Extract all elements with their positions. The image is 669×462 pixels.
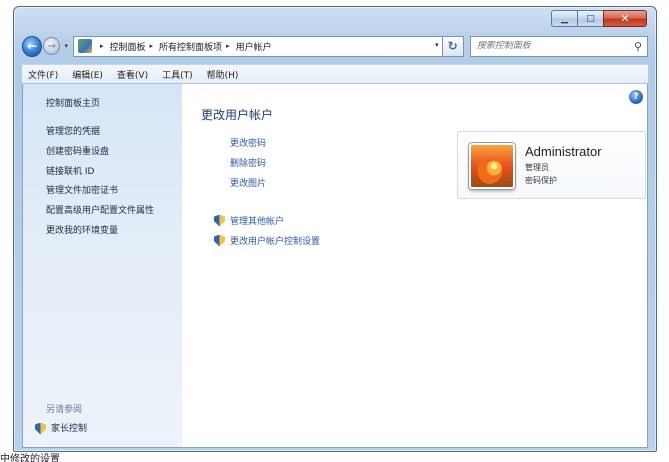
- breadcrumb-control-panel[interactable]: 控制面板: [110, 40, 146, 53]
- help-icon[interactable]: ?: [629, 90, 643, 104]
- address-dropdown-icon[interactable]: ▾: [435, 41, 439, 49]
- sidebar-item-online-id[interactable]: 链接联机 ID: [46, 164, 94, 177]
- refresh-button[interactable]: ↻: [442, 35, 464, 57]
- breadcrumb-separator[interactable]: ▸: [226, 42, 230, 50]
- maximize-button[interactable]: □: [577, 10, 603, 27]
- navigation-bar: ← → ▾ ▸ 控制面板 ▸ 所有控制面板项 ▸ 用户帐户 ▾ ↻ ⚲: [22, 33, 648, 59]
- content-area: 控制面板主页 管理您的凭据 创建密码重设盘 链接联机 ID 管理文件加密证书 配…: [22, 84, 648, 448]
- uac-settings-label: 更改用户帐户控制设置: [230, 237, 321, 247]
- change-password-link[interactable]: 更改密码: [230, 136, 266, 149]
- breadcrumb-all-items[interactable]: 所有控制面板项: [159, 40, 222, 53]
- sidebar-item-advanced-profile[interactable]: 配置高级用户配置文件属性: [46, 203, 154, 216]
- uac-settings-link[interactable]: 更改用户帐户控制设置: [214, 234, 320, 247]
- search-box[interactable]: ⚲: [469, 35, 648, 57]
- password-status: 密码保护: [525, 176, 557, 185]
- parental-controls-label: 家长控制: [51, 424, 88, 434]
- menu-help[interactable]: 帮助(H): [207, 68, 239, 81]
- breadcrumb-separator[interactable]: ▸: [150, 42, 154, 50]
- breadcrumb-user-accounts[interactable]: 用户帐户: [236, 40, 272, 53]
- back-arrow-icon[interactable]: ←: [22, 35, 43, 57]
- sidebar-item-parental-controls[interactable]: 家长控制: [35, 421, 87, 435]
- forward-arrow-icon[interactable]: →: [43, 37, 61, 55]
- shield-icon: [35, 422, 46, 435]
- sidebar-item-home[interactable]: 控制面板主页: [46, 96, 100, 109]
- shield-icon: [214, 214, 225, 227]
- user-role: 管理员: [525, 163, 549, 172]
- menu-file[interactable]: 文件(F): [28, 68, 58, 81]
- manage-other-accounts-link[interactable]: 管理其他帐户: [214, 214, 284, 227]
- sidebar-item-env-vars[interactable]: 更改我的环境变量: [46, 223, 118, 236]
- search-input[interactable]: [476, 41, 627, 51]
- search-icon[interactable]: ⚲: [634, 40, 642, 53]
- user-name: Administrator: [525, 144, 602, 159]
- close-button[interactable]: ✕: [603, 10, 647, 27]
- address-bar[interactable]: ▸ 控制面板 ▸ 所有控制面板项 ▸ 用户帐户 ▾: [73, 35, 443, 57]
- menu-edit[interactable]: 编辑(E): [72, 68, 103, 81]
- avatar[interactable]: [469, 143, 515, 189]
- user-account-card: Administrator 管理员 密码保护: [457, 131, 646, 199]
- change-picture-link[interactable]: 更改图片: [230, 176, 266, 189]
- sidebar-item-encryption-cert[interactable]: 管理文件加密证书: [46, 183, 118, 196]
- minimize-button[interactable]: ▁: [551, 10, 577, 27]
- sidebar-item-credentials[interactable]: 管理您的凭据: [46, 124, 100, 137]
- menu-bar: 文件(F) 编辑(E) 查看(V) 工具(T) 帮助(H): [22, 64, 648, 84]
- breadcrumb-separator[interactable]: ▸: [100, 42, 104, 50]
- cropped-caption-text: 中修改的设置: [0, 454, 60, 462]
- window-caption-buttons: ▁ □ ✕: [551, 10, 647, 27]
- manage-other-accounts-label: 管理其他帐户: [230, 217, 285, 227]
- see-also-heading: 另请参阅: [46, 405, 83, 415]
- control-panel-icon: [78, 39, 92, 53]
- shield-icon: [214, 234, 225, 247]
- recent-pages-dropdown[interactable]: ▾: [64, 42, 68, 50]
- remove-password-link[interactable]: 删除密码: [230, 156, 266, 169]
- menu-view[interactable]: 查看(V): [117, 68, 148, 81]
- control-panel-window: ▁ □ ✕ ← → ▾ ▸ 控制面板 ▸ 所有控制面板项 ▸ 用户帐户 ▾ ↻ …: [13, 6, 657, 452]
- menu-tools[interactable]: 工具(T): [162, 68, 193, 81]
- sidebar-item-reset-disk[interactable]: 创建密码重设盘: [46, 144, 109, 157]
- page-title: 更改用户帐户: [201, 108, 274, 122]
- sidebar: 控制面板主页 管理您的凭据 创建密码重设盘 链接联机 ID 管理文件加密证书 配…: [23, 84, 182, 447]
